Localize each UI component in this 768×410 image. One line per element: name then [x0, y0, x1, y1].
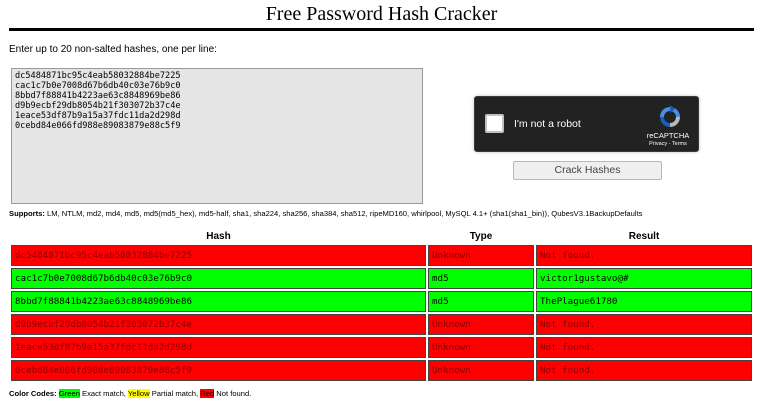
recaptcha-widget: I'm not a robot reCAPTCHA Privacy - Term… [474, 96, 699, 152]
type-cell: Unknown [428, 314, 534, 335]
result-cell: victor1gustavo@# [536, 268, 752, 289]
hash-cell: d9b9ecbf29db8054b21f303072b37c4e [11, 314, 426, 335]
supports-list: LM, NTLM, md2, md4, md5, md5(md5_hex), m… [44, 209, 643, 218]
legend-red-swatch: Red [200, 389, 215, 398]
hash-cell: 0cebd84e066fd988e89083879e88c5f9 [11, 360, 426, 381]
legend-green-text: Exact match, [79, 389, 128, 398]
result-cell: Not found. [536, 360, 752, 381]
recaptcha-logo-icon [660, 105, 680, 127]
table-row: 8bbd7f88841b4223ae63c8848969be86 md5 The… [11, 291, 752, 312]
hash-cell: dc5484871bc95c4eab58032884be7225 [11, 245, 426, 266]
crack-hashes-button[interactable]: Crack Hashes [513, 161, 662, 180]
legend-yellow-swatch: Yellow [127, 389, 150, 398]
legend-yellow-text: Partial match, [149, 389, 201, 398]
column-header-hash: Hash [206, 231, 231, 242]
table-row: 1eace53df87b9a15a37fdc11da2d298d Unknown… [11, 337, 752, 358]
supported-algorithms: Supports: LM, NTLM, md2, md4, md5, md5(m… [9, 209, 642, 219]
type-cell: md5 [428, 268, 534, 289]
table-row: cac1c7b0e7008d67b6db40c03e76b9c0 md5 vic… [11, 268, 752, 289]
column-header-type: Type [469, 231, 493, 242]
hash-cell: cac1c7b0e7008d67b6db40c03e76b9c0 [11, 268, 426, 289]
legend-green-swatch: Green [58, 389, 80, 398]
type-cell: Unknown [428, 337, 534, 358]
recaptcha-links[interactable]: Privacy - Terms [638, 141, 698, 148]
type-cell: md5 [428, 291, 534, 312]
result-cell: Not found. [536, 245, 752, 266]
hash-cell: 1eace53df87b9a15a37fdc11da2d298d [11, 337, 426, 358]
result-cell: Not found. [536, 314, 752, 335]
results-header-row: Hash Type Result [11, 230, 752, 243]
legend-red-text: Not found. [214, 389, 252, 398]
recaptcha-brand: reCAPTCHA [646, 131, 690, 140]
result-cell: Not found. [536, 337, 752, 358]
table-row: dc5484871bc95c4eab58032884be7225 Unknown… [11, 245, 752, 266]
legend-label: Color Codes: [9, 389, 57, 398]
hash-cell: 8bbd7f88841b4223ae63c8848969be86 [11, 291, 426, 312]
type-cell: Unknown [428, 360, 534, 381]
supports-label: Supports: [9, 209, 45, 218]
table-row: d9b9ecbf29db8054b21f303072b37c4e Unknown… [11, 314, 752, 335]
color-codes-legend: Color Codes: Green Exact match, Yellow P… [9, 389, 251, 399]
hash-input[interactable]: dc5484871bc95c4eab58032884be7225 cac1c7b… [11, 68, 423, 204]
results-table: Hash Type Result dc5484871bc95c4eab58032… [9, 228, 754, 383]
page-title: Free Password Hash Cracker [265, 3, 498, 25]
column-header-result: Result [628, 231, 660, 242]
result-cell: ThePlague61780 [536, 291, 752, 312]
recaptcha-checkbox[interactable] [485, 114, 504, 133]
type-cell: Unknown [428, 245, 534, 266]
instructions-text: Enter up to 20 non-salted hashes, one pe… [9, 44, 217, 55]
recaptcha-label: I'm not a robot [514, 118, 581, 130]
title-divider [9, 28, 754, 31]
table-row: 0cebd84e066fd988e89083879e88c5f9 Unknown… [11, 360, 752, 381]
